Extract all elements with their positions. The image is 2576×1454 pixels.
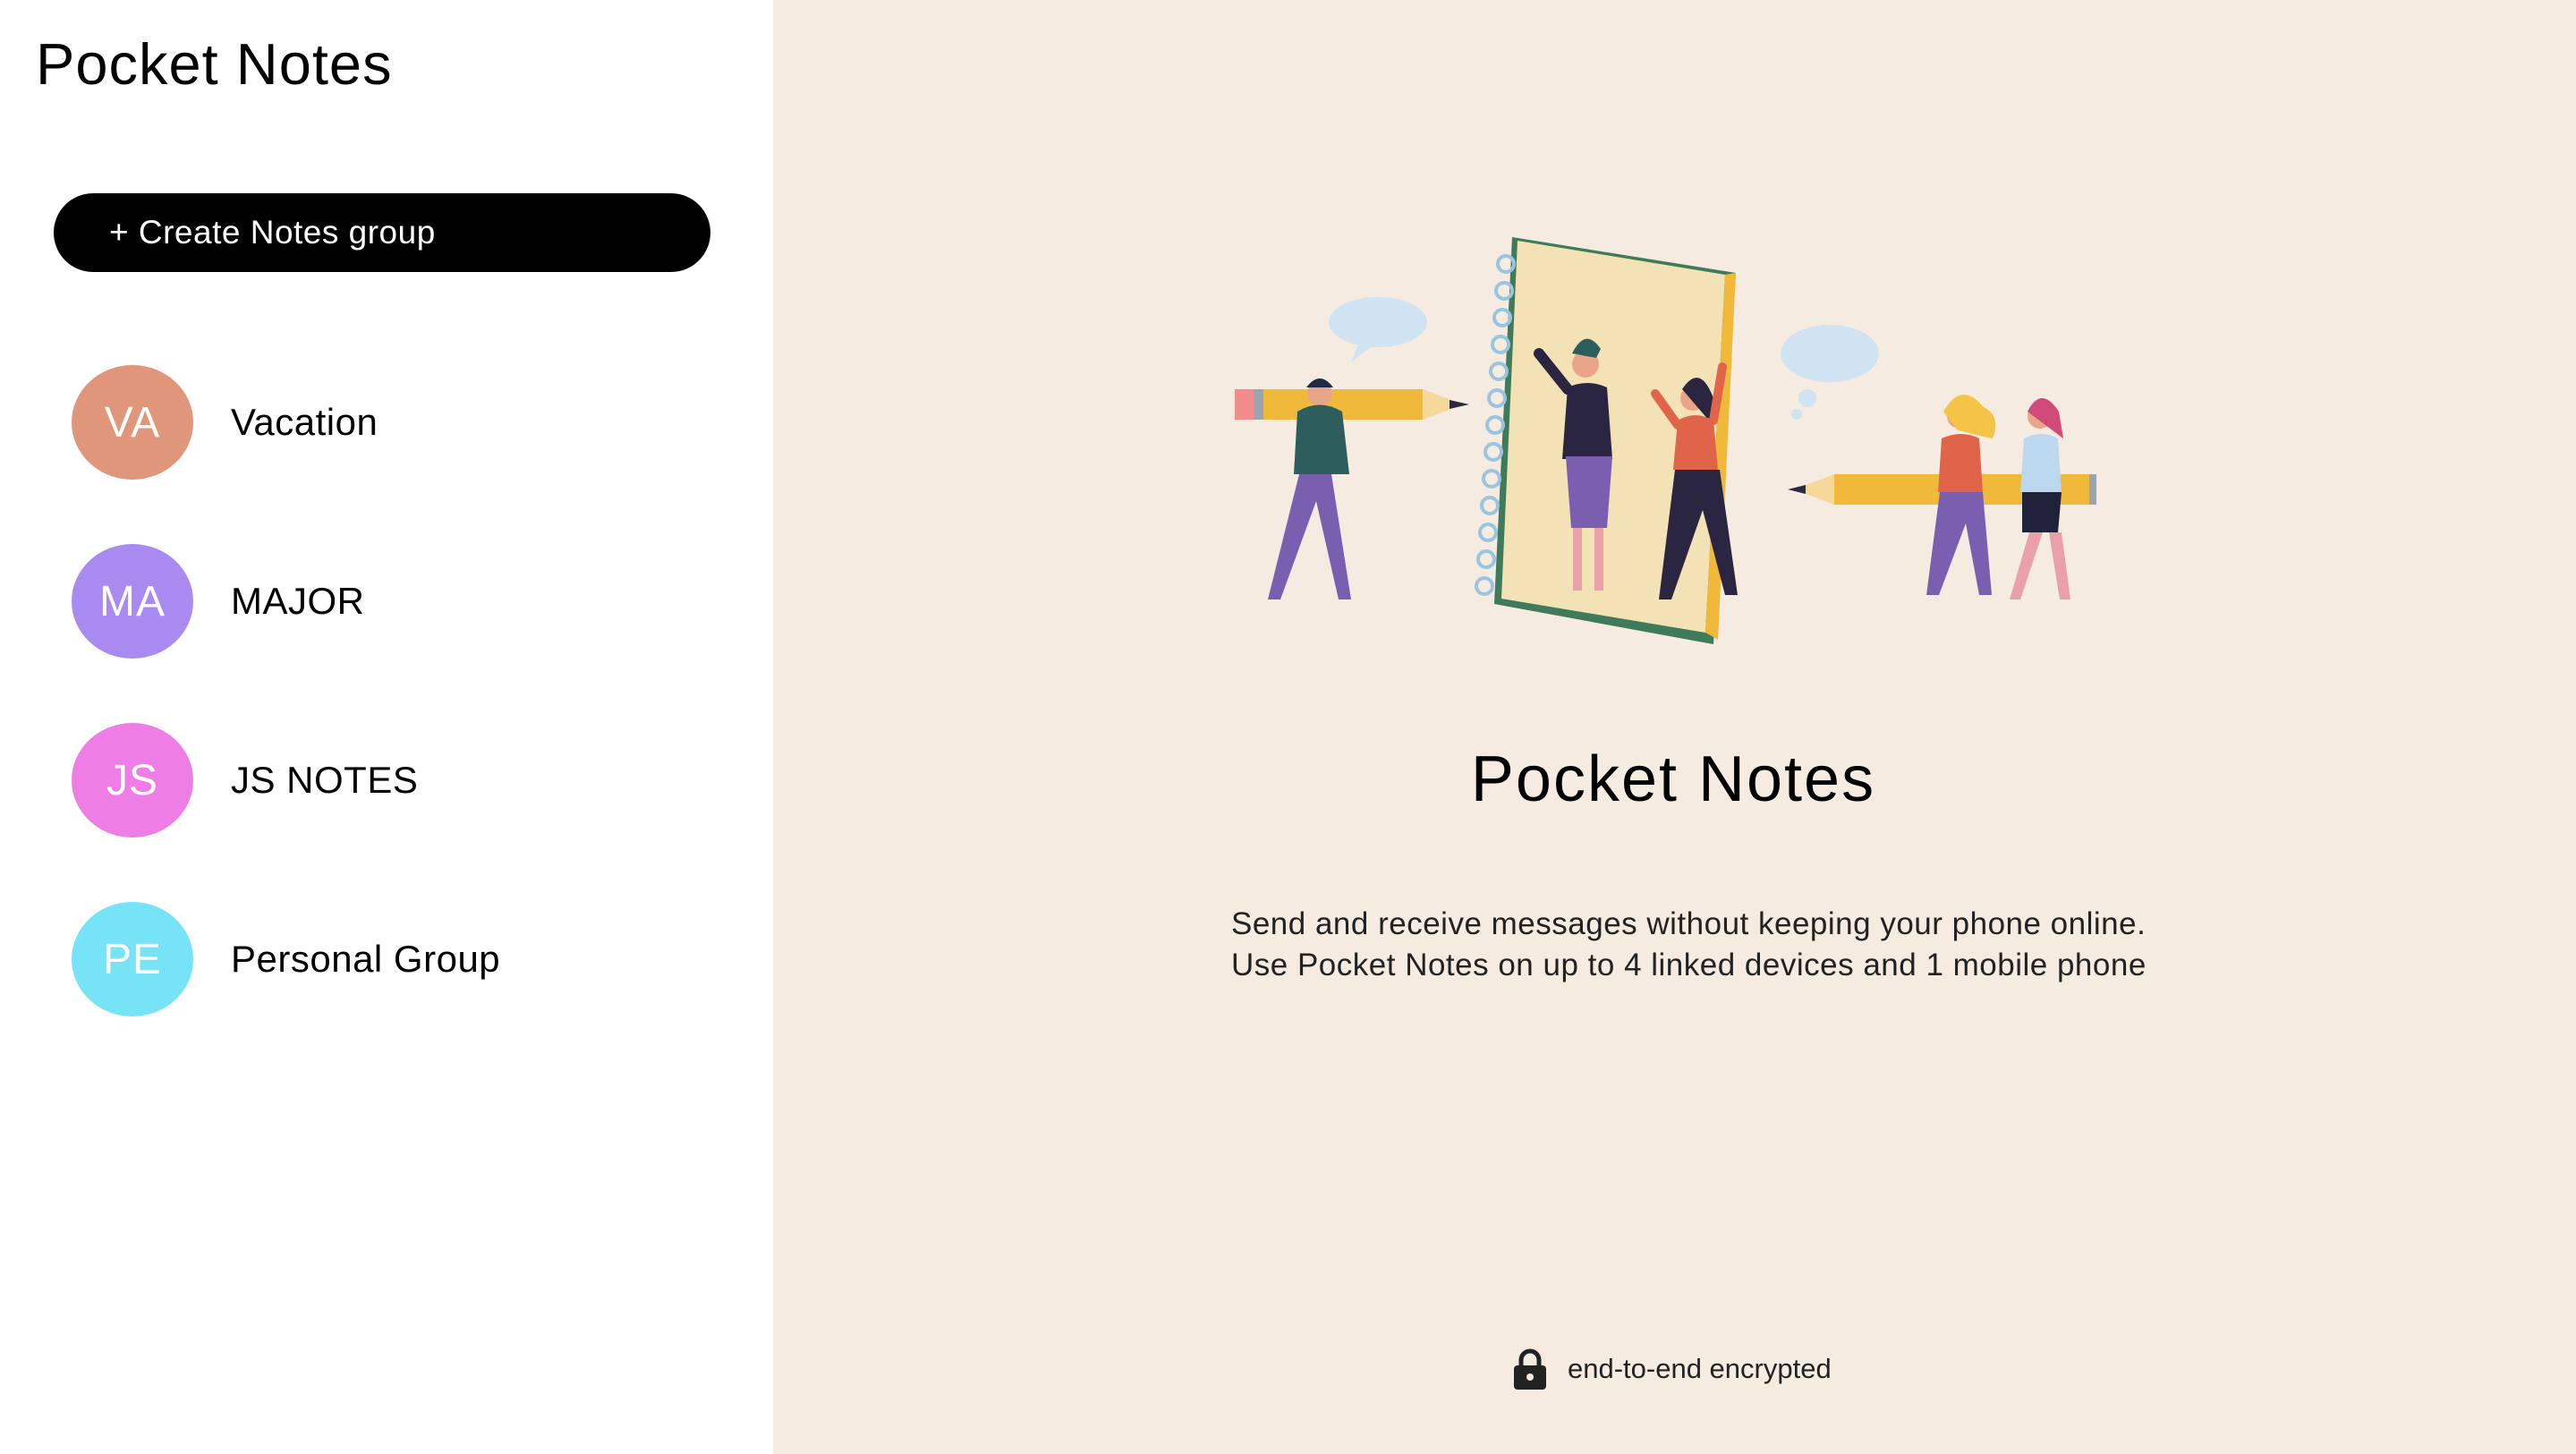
group-item-vacation[interactable]: VA Vacation [72,364,698,480]
group-name: MAJOR [231,580,365,622]
avatar: VA [72,365,193,480]
group-item-major[interactable]: MA MAJOR [72,543,698,659]
group-name: JS NOTES [231,759,419,801]
group-name: Vacation [231,401,378,443]
people-with-notebook-and-pencils-illustration [1235,237,2096,644]
description-line-1: Send and receive messages without keepin… [1231,906,2147,941]
sidebar: Pocket Notes + Create Notes group VA Vac… [0,0,773,1454]
group-item-personal-group[interactable]: PE Personal Group [72,901,698,1017]
pencil-icon [1235,389,1469,420]
main-panel [773,0,2576,1454]
avatar: MA [72,544,193,659]
avatar: PE [72,902,193,1016]
encryption-footer: end-to-end encrypted [1512,1347,1832,1391]
encryption-text: end-to-end encrypted [1568,1353,1832,1384]
app-title: Pocket Notes [36,31,393,97]
avatar: JS [72,723,193,838]
group-item-js-notes[interactable]: JS JS NOTES [72,722,698,838]
description: Send and receive messages without keepin… [1231,904,2180,986]
description-line-2: Use Pocket Notes on up to 4 linked devic… [1231,948,2147,982]
lock-icon [1514,1348,1546,1390]
create-notes-group-button[interactable]: + Create Notes group [54,193,710,272]
main-title: Pocket Notes [1470,744,1876,815]
group-name: Personal Group [231,938,501,980]
